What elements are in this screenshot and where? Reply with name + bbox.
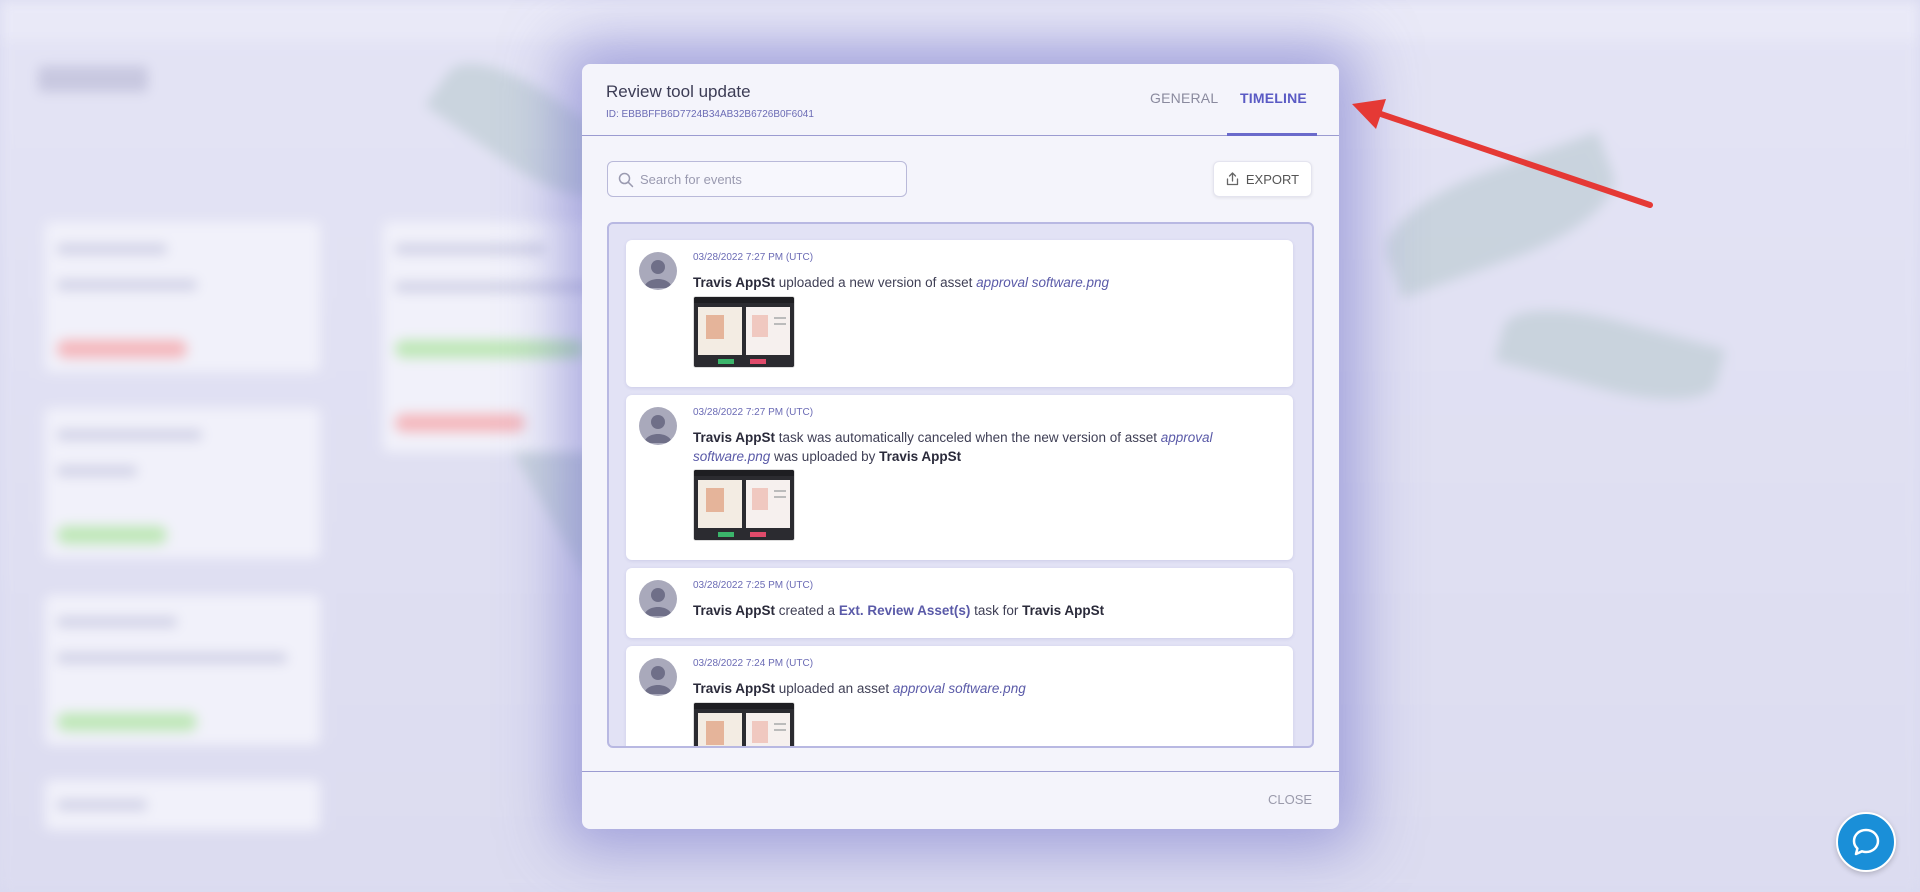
- event-text: uploaded an asset: [775, 681, 893, 696]
- timeline-event: 03/28/2022 7:25 PM (UTC) Travis AppSt cr…: [626, 568, 1293, 638]
- avatar: [639, 407, 677, 445]
- timeline-event: 03/28/2022 7:27 PM (UTC) Travis AppSt ta…: [626, 395, 1293, 560]
- export-icon: [1226, 172, 1239, 186]
- event-text: task was automatically canceled when the…: [775, 430, 1161, 445]
- event-actor: Travis AppSt: [693, 681, 776, 696]
- background-decoration: [1494, 292, 1726, 418]
- timeline-list[interactable]: 03/28/2022 7:27 PM (UTC) Travis AppSt up…: [607, 222, 1314, 748]
- timeline-event: 03/28/2022 7:27 PM (UTC) Travis AppSt up…: [626, 240, 1293, 387]
- event-description: Travis AppSt created a Ext. Review Asset…: [693, 601, 1278, 620]
- background-page-title: [38, 66, 148, 92]
- event-actor: Travis AppSt: [693, 430, 776, 445]
- event-timestamp: 03/28/2022 7:27 PM (UTC): [693, 252, 814, 263]
- chat-button[interactable]: [1836, 812, 1896, 872]
- asset-thumbnail[interactable]: [693, 469, 795, 541]
- background-card: [45, 780, 320, 830]
- export-button[interactable]: EXPORT: [1213, 161, 1312, 197]
- asset-thumbnail[interactable]: [693, 296, 795, 368]
- event-actor: Travis AppSt: [693, 603, 776, 618]
- event-text: was uploaded by: [770, 449, 880, 464]
- tab-timeline[interactable]: TIMELINE: [1240, 90, 1307, 106]
- event-actor-2: Travis AppSt: [879, 449, 962, 464]
- background-topbar: [0, 0, 1920, 40]
- search-icon: [618, 172, 634, 188]
- review-tool-update-modal: Review tool update ID: EBBBFFB6D7724B34A…: [582, 64, 1339, 829]
- search-box[interactable]: [607, 161, 907, 197]
- event-timestamp: 03/28/2022 7:24 PM (UTC): [693, 658, 814, 669]
- modal-header: Review tool update ID: EBBBFFB6D7724B34A…: [582, 64, 1339, 136]
- background-card: [45, 595, 320, 745]
- asset-link[interactable]: approval software.png: [976, 275, 1109, 290]
- avatar: [639, 252, 677, 290]
- tab-general[interactable]: GENERAL: [1150, 90, 1218, 106]
- event-actor: Travis AppSt: [693, 275, 776, 290]
- avatar: [639, 658, 677, 696]
- event-text: created a: [775, 603, 839, 618]
- annotation-arrow: [1352, 99, 1653, 208]
- event-timestamp: 03/28/2022 7:25 PM (UTC): [693, 580, 814, 591]
- close-button[interactable]: CLOSE: [1268, 792, 1312, 807]
- event-text: uploaded a new version of asset: [775, 275, 977, 290]
- event-description: Travis AppSt uploaded an asset approval …: [693, 679, 1278, 698]
- event-text: task for: [970, 603, 1023, 618]
- active-tab-indicator: [1227, 133, 1317, 136]
- event-actor-2: Travis AppSt: [1022, 603, 1105, 618]
- event-description: Travis AppSt task was automatically canc…: [693, 428, 1278, 466]
- task-link[interactable]: Ext. Review Asset(s): [839, 603, 971, 618]
- modal-id: ID: EBBBFFB6D7724B34AB32B6726B0F6041: [606, 109, 814, 120]
- background-card: [45, 408, 320, 558]
- asset-link[interactable]: approval software.png: [893, 681, 1026, 696]
- timeline-event: 03/28/2022 7:24 PM (UTC) Travis AppSt up…: [626, 646, 1293, 746]
- avatar: [639, 580, 677, 618]
- asset-thumbnail[interactable]: [693, 702, 795, 746]
- export-label: EXPORT: [1245, 171, 1300, 187]
- search-input[interactable]: [640, 162, 900, 196]
- event-description: Travis AppSt uploaded a new version of a…: [693, 273, 1278, 292]
- chat-icon: [1852, 828, 1880, 856]
- modal-title: Review tool update: [606, 82, 751, 101]
- modal-footer: CLOSE: [582, 771, 1339, 829]
- event-timestamp: 03/28/2022 7:27 PM (UTC): [693, 407, 814, 418]
- background-card: [45, 222, 320, 372]
